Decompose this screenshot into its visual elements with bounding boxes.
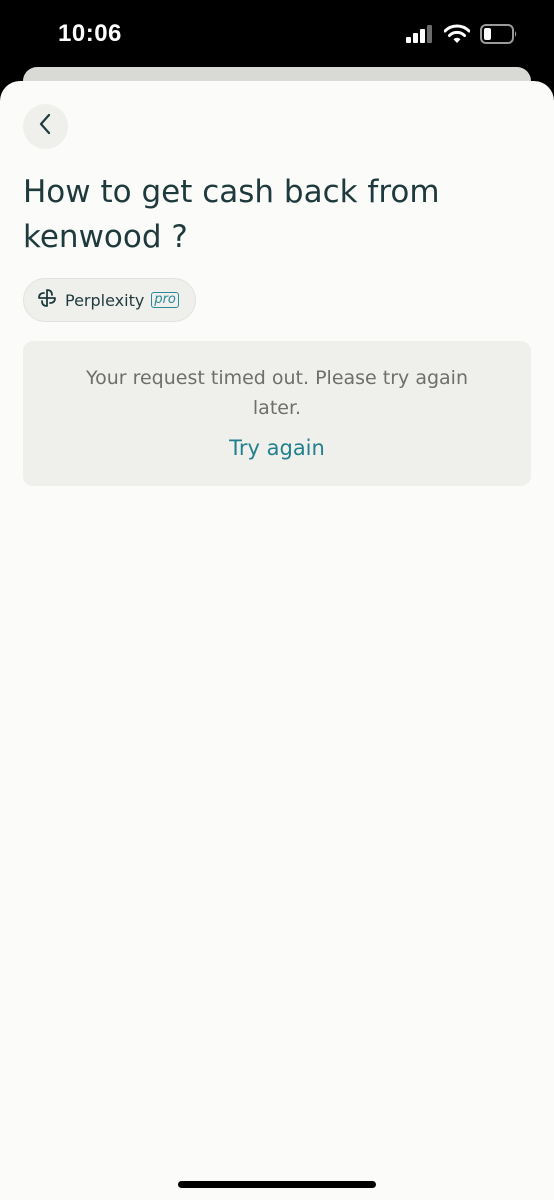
try-again-link[interactable]: Try again	[23, 431, 531, 465]
status-bar: 10:06	[0, 0, 554, 70]
status-time: 10:06	[58, 20, 122, 47]
back-button[interactable]	[23, 104, 68, 149]
perplexity-logo-icon	[36, 287, 58, 314]
wifi-icon	[443, 24, 471, 49]
chevron-left-icon	[36, 112, 56, 141]
cellular-signal-icon	[406, 24, 434, 48]
error-card: Your request timed out. Please try again…	[23, 341, 531, 486]
battery-icon	[480, 23, 518, 49]
page-title: How to get cash back from kenwood ?	[23, 174, 440, 255]
pro-badge: pro	[151, 292, 179, 308]
error-message: Your request timed out. Please try again…	[86, 367, 468, 419]
model-name: Perplexity	[65, 290, 145, 310]
model-selector-chip[interactable]: Perplexity pro	[23, 278, 196, 322]
home-indicator[interactable]	[178, 1181, 376, 1188]
status-icons	[406, 23, 518, 49]
